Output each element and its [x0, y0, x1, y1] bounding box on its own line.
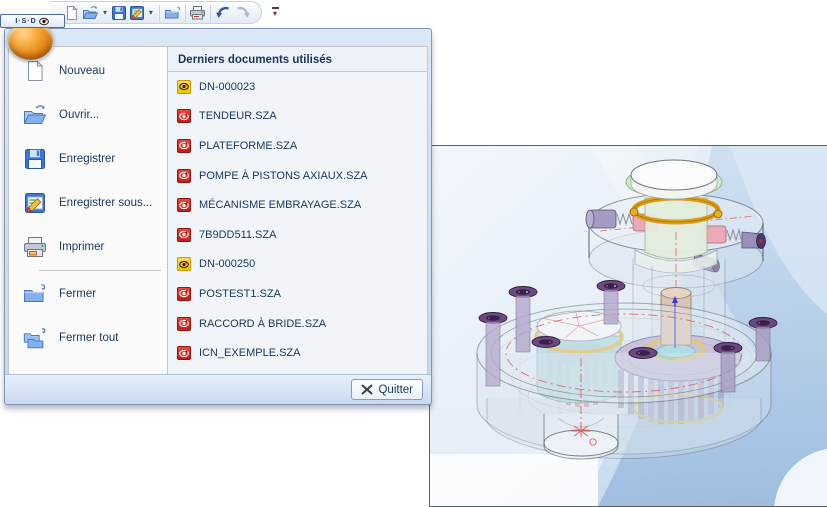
cad-model-pump-assembly	[430, 146, 827, 506]
recent-item[interactable]: TENDEUR.SZA	[168, 102, 427, 132]
recent-item[interactable]: 7B9DD511.SZA	[168, 220, 427, 250]
helios-document-icon	[177, 79, 191, 94]
open-dropdown-icon[interactable]: ▾	[101, 3, 109, 23]
menu-item-imprimer[interactable]: Imprimer	[9, 225, 167, 269]
quick-access-toolbar-pill: ▾ ▾	[50, 1, 262, 24]
recent-item-label: POSTEST1.SZA	[199, 287, 281, 300]
quit-button-label: Quitter	[378, 383, 413, 396]
menu-item-enregistrer-sous[interactable]: Enregistrer sous...	[9, 181, 167, 225]
menu-commands-pane: Nouveau Ouvrir... Enregistrer Enregistre…	[8, 46, 168, 375]
close-document-icon[interactable]	[164, 3, 181, 23]
quick-access-toolbar: ▾ ▾ ▾	[0, 0, 827, 27]
save-icon[interactable]	[111, 3, 127, 23]
isd-logo-text: I·S·D	[15, 17, 37, 25]
recent-documents-pane: Derniers documents utilisés DN-000023 TE…	[168, 46, 428, 375]
close-icon	[361, 384, 373, 395]
isd-logo: I·S·D	[0, 14, 65, 28]
menu-item-label: Imprimer	[59, 241, 105, 253]
menu-item-label: Fermer tout	[59, 332, 119, 344]
recent-item[interactable]: RACCORD À BRIDE.SZA	[168, 309, 427, 339]
recent-item-label: DN-000250	[199, 258, 256, 271]
sza-file-icon	[177, 168, 191, 183]
new-document-icon	[22, 58, 48, 84]
recent-item[interactable]: PLATEFORME.SZA	[168, 131, 427, 161]
menu-separator	[39, 270, 161, 271]
save-icon	[22, 146, 48, 172]
print-icon[interactable]	[189, 3, 206, 23]
menu-item-label: Enregistrer	[59, 153, 116, 165]
recent-item-label: MÉCANISME EMBRAYAGE.SZA	[199, 199, 362, 212]
toolbar-separator	[158, 4, 160, 21]
menu-bottom-bar: Quitter	[5, 374, 431, 404]
toolbar-separator	[184, 4, 186, 21]
close-folder-icon	[22, 281, 48, 307]
menu-item-label: Nouveau	[59, 65, 106, 77]
sza-file-icon	[177, 138, 191, 153]
application-window: { "logo": { "text": "I·S·D" }, "toolbar"…	[0, 0, 827, 507]
recent-item-label: TENDEUR.SZA	[199, 110, 277, 123]
recent-item[interactable]: DN-000023	[168, 72, 427, 102]
recent-documents-header: Derniers documents utilisés	[168, 47, 427, 72]
menu-item-fermer-tout[interactable]: Fermer tout	[9, 316, 167, 360]
recent-item[interactable]: POSTEST1.SZA	[168, 279, 427, 309]
recent-item-label: DN-000023	[199, 80, 256, 93]
close-all-folders-icon	[22, 325, 48, 351]
sza-file-icon	[177, 109, 191, 124]
sza-file-icon	[177, 198, 191, 213]
toolbar-options-icon[interactable]: ▾	[268, 4, 282, 20]
recent-item-label: POMPE À PISTONS AXIAUX.SZA	[199, 169, 368, 182]
menu-item-label: Ouvrir...	[59, 109, 100, 121]
3d-viewport[interactable]	[429, 145, 827, 507]
recent-item[interactable]: DN-000250	[168, 250, 427, 280]
menu-item-enregistrer[interactable]: Enregistrer	[9, 137, 167, 181]
new-document-icon[interactable]	[64, 3, 80, 23]
printer-icon	[22, 234, 48, 260]
redo-icon[interactable]	[234, 3, 251, 23]
save-as-icon[interactable]	[129, 3, 145, 23]
sza-file-icon	[177, 227, 191, 242]
quit-button[interactable]: Quitter	[351, 379, 423, 400]
recent-item[interactable]: ICN_EXEMPLE.SZA	[168, 338, 427, 368]
application-menu: Nouveau Ouvrir... Enregistrer Enregistre…	[4, 28, 432, 405]
save-as-dropdown-icon[interactable]: ▾	[147, 3, 155, 23]
menu-item-fermer[interactable]: Fermer	[9, 272, 167, 316]
sza-file-icon	[177, 286, 191, 301]
sza-file-icon	[177, 346, 191, 361]
menu-item-ouvrir[interactable]: Ouvrir...	[9, 93, 167, 137]
open-folder-icon	[22, 102, 48, 128]
save-as-icon	[22, 190, 48, 216]
open-icon[interactable]	[82, 3, 99, 23]
recent-item-label: RACCORD À BRIDE.SZA	[199, 317, 327, 330]
menu-item-label: Enregistrer sous...	[59, 197, 153, 209]
sza-file-icon	[177, 316, 191, 331]
undo-icon[interactable]	[215, 3, 232, 23]
eye-icon	[38, 17, 49, 25]
helios-document-icon	[177, 257, 191, 272]
menu-item-label: Fermer	[59, 288, 97, 300]
recent-item-label: ICN_EXEMPLE.SZA	[199, 347, 301, 360]
toolbar-separator	[210, 4, 211, 21]
recent-item[interactable]: POMPE À PISTONS AXIAUX.SZA	[168, 161, 427, 191]
recent-item-label: 7B9DD511.SZA	[199, 228, 277, 241]
recent-item[interactable]: MÉCANISME EMBRAYAGE.SZA	[168, 190, 427, 220]
recent-item-label: PLATEFORME.SZA	[199, 139, 298, 152]
